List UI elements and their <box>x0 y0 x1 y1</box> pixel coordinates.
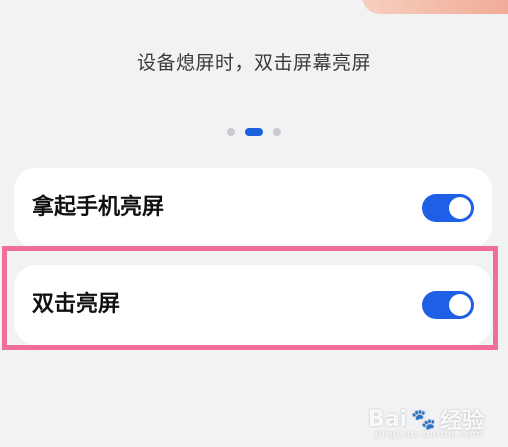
page-dot-3[interactable] <box>273 128 281 136</box>
baidu-jingyan-watermark: Bai 🐾 经验 jingyan.baidu.com <box>367 403 484 441</box>
double-tap-wake-toggle[interactable] <box>422 291 474 319</box>
feature-caption: 设备熄屏时，双击屏幕亮屏 <box>136 52 371 74</box>
page-indicator <box>0 128 508 136</box>
setting-label-raise-to-wake: 拿起手机亮屏 <box>32 195 165 220</box>
page-dot-1[interactable] <box>227 128 235 136</box>
setting-label-double-tap-wake: 双击亮屏 <box>32 292 121 317</box>
setting-card-double-tap-wake[interactable]: 双击亮屏 <box>14 265 492 345</box>
toggle-knob <box>449 197 471 219</box>
header-illustration <box>362 0 508 14</box>
watermark-brand: Bai <box>367 406 408 432</box>
toggle-knob <box>449 294 471 316</box>
page-dot-2-active[interactable] <box>245 128 263 136</box>
paw-icon: 🐾 <box>411 407 436 431</box>
setting-card-raise-to-wake[interactable]: 拿起手机亮屏 <box>14 168 492 248</box>
raise-to-wake-toggle[interactable] <box>422 194 474 222</box>
watermark-domain: jingyan.baidu.com <box>374 429 484 440</box>
